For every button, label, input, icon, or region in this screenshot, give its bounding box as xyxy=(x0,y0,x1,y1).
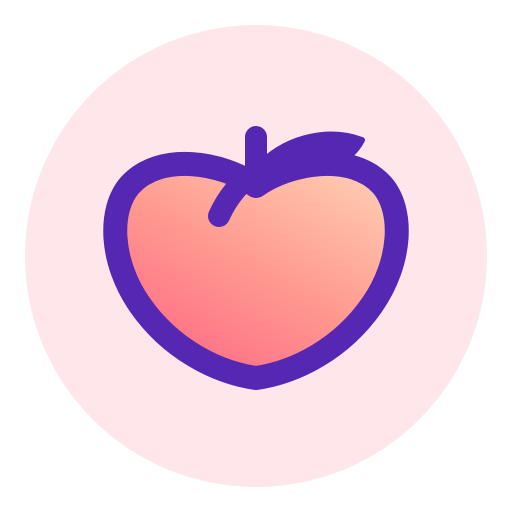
peach-icon xyxy=(25,25,487,487)
app-icon[interactable] xyxy=(0,0,512,512)
